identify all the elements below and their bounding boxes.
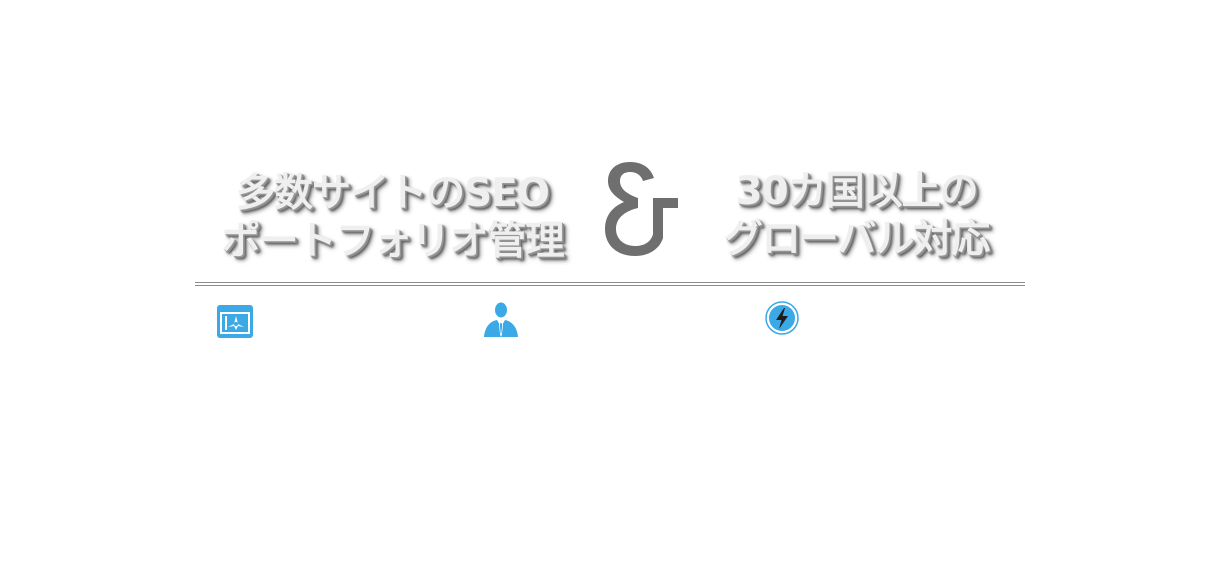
section-divider	[195, 282, 1025, 286]
headline-right-line-1: 30カ国以上の	[735, 169, 978, 214]
ampersand-mark: &	[605, 162, 678, 256]
hero-section: 多数サイトのSEO ポートフォリオ管理 & 30カ国以上の グローバル対応	[0, 0, 1220, 570]
lightning-bolt-icon	[765, 301, 799, 335]
ampersand-glyph	[605, 162, 678, 256]
headline: 多数サイトのSEO ポートフォリオ管理 & 30カ国以上の グローバル対応	[195, 162, 1025, 276]
headline-left-line-1: 多数サイトのSEO	[236, 171, 550, 216]
business-person-icon	[484, 302, 518, 337]
headline-left: 多数サイトのSEO ポートフォリオ管理	[195, 170, 590, 266]
headline-left-line-2: ポートフォリオ管理	[221, 219, 564, 264]
headline-right: 30カ国以上の グローバル対応	[698, 168, 1015, 264]
headline-right-line-2: グローバル対応	[723, 217, 991, 262]
portfolio-board-icon	[217, 305, 253, 338]
